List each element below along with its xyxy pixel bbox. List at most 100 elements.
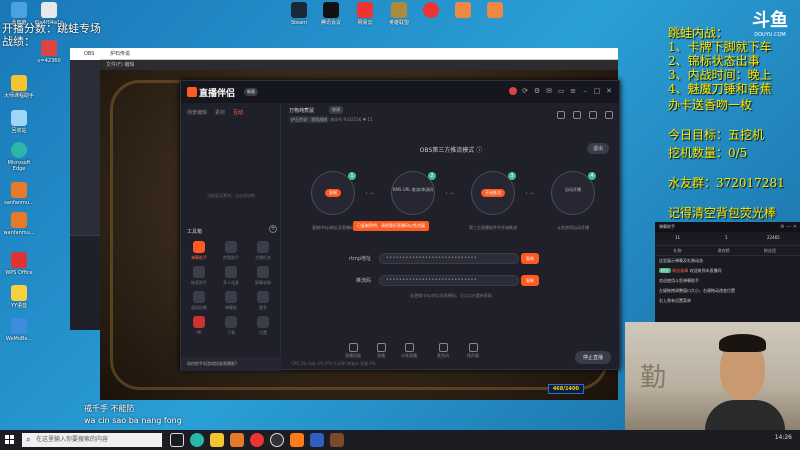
obs-icon[interactable] bbox=[270, 433, 284, 447]
refresh-icon[interactable]: ⟳ bbox=[521, 87, 529, 95]
tool-avatar[interactable]: 虚拟形象 bbox=[183, 291, 215, 311]
mail-icon[interactable]: ▭ bbox=[557, 87, 565, 95]
chat-tabs: 礼物 贵宾榜 粉丝团 bbox=[655, 246, 800, 256]
tool-lottery[interactable]: 抽奖助手 bbox=[183, 266, 215, 286]
music-icon[interactable] bbox=[250, 433, 264, 447]
share-icon bbox=[404, 343, 414, 352]
app-icon bbox=[455, 2, 471, 18]
desktop-icon-lol[interactable]: 英雄联盟 bbox=[382, 2, 416, 26]
lyrics-subtitle: 戒千手 不能防 wa cin sao ba nang fong bbox=[84, 404, 182, 425]
desktop-icon-steam[interactable]: Steam bbox=[282, 2, 316, 26]
footer-speaker[interactable]: 扬声器 bbox=[461, 343, 485, 359]
mic-icon bbox=[438, 343, 448, 352]
tool-download[interactable]: 下载 bbox=[215, 316, 247, 336]
live-assistant-dialog[interactable]: 直播伴侣 新版 ⟳ ⚙ ✉ ▭ ≡ – □ ✕ 场景编辑 素材 互动 当前暂无素… bbox=[180, 80, 620, 371]
menu-icon[interactable]: ≡ bbox=[569, 87, 577, 95]
tool-icon bbox=[11, 75, 27, 91]
avatar-icon bbox=[193, 291, 205, 303]
footer-replay[interactable]: 直播回放 bbox=[341, 343, 365, 359]
tab-scene-edit[interactable]: 场景编辑 bbox=[187, 109, 207, 116]
explorer-icon[interactable] bbox=[210, 433, 224, 447]
desktop-icon-wps[interactable]: WPS Office bbox=[2, 252, 36, 276]
desktop-icon-edge[interactable]: Microsoft Edge bbox=[2, 142, 36, 172]
tool-danmuji[interactable]: 弹幕姬 bbox=[215, 291, 247, 311]
bottom-tip[interactable]: 如何把手机游戏投屏直播呢? bbox=[181, 357, 281, 371]
desktop-icon-app1[interactable]: sanfanmu... bbox=[2, 182, 36, 206]
help-icon[interactable]: ⓘ bbox=[476, 147, 482, 154]
desktop-icon-meeting[interactable]: 腾讯会议 bbox=[314, 2, 348, 26]
settings-icon[interactable]: ⚙ bbox=[533, 87, 541, 95]
game-icon bbox=[391, 2, 407, 18]
chat-window-controls[interactable]: ⚙ — ✕ bbox=[780, 224, 797, 230]
tool-more[interactable]: 更多 bbox=[247, 291, 279, 311]
desktop-icon-yy[interactable]: YY语音 bbox=[2, 285, 36, 309]
live-icon bbox=[376, 343, 386, 352]
exit-mode-button[interactable]: 退出 bbox=[586, 143, 609, 154]
tab-interact[interactable]: 互动 bbox=[233, 109, 243, 116]
desktop-icon-tool[interactable]: 大师课程助手 bbox=[2, 75, 36, 99]
minimize-icon[interactable]: – bbox=[581, 87, 589, 95]
tool-room-manager[interactable]: 房管助手 bbox=[215, 241, 247, 261]
footer-share[interactable]: 分享直播 bbox=[397, 343, 421, 359]
meeting-icon bbox=[323, 2, 339, 18]
desktop-icon-extra2[interactable] bbox=[446, 2, 480, 20]
tab-vip[interactable]: 贵宾榜 bbox=[701, 246, 746, 256]
tool-settings[interactable]: 设置 bbox=[247, 316, 279, 336]
desktop-icon-music[interactable]: 网易云 bbox=[348, 2, 382, 26]
edge-icon[interactable] bbox=[190, 433, 204, 447]
desktop-icon-app2[interactable]: wanfanmu... bbox=[2, 212, 36, 236]
steps: 1 复制 • → 2 RMS URL 推流/串流码 • → 3 开始推流 • →… bbox=[311, 171, 601, 230]
chat-user[interactable]: 粉丝勋章 bbox=[672, 268, 688, 273]
footer-mic[interactable]: 麦克风 bbox=[431, 343, 455, 359]
tool-danmu[interactable]: 弹幕助手 bbox=[183, 241, 215, 261]
taskbar-search[interactable]: 在这里输入你要搜索的内容 bbox=[22, 433, 162, 447]
copy-stream-key-button[interactable]: 复制 bbox=[521, 275, 539, 286]
task-view-icon[interactable] bbox=[170, 433, 184, 447]
tab-gift[interactable]: 礼物 bbox=[655, 246, 700, 256]
stream-key-field[interactable]: •••••••••••••••••••••••••••• bbox=[379, 275, 519, 286]
edit-room-button[interactable]: 修改 bbox=[329, 106, 343, 114]
tab-material[interactable]: 素材 bbox=[215, 109, 225, 116]
tool-record[interactable]: 屏幕录像 bbox=[247, 266, 279, 286]
mode-title: OBS第三方推流模式 ⓘ bbox=[419, 147, 483, 154]
tab-fans[interactable]: 粉丝团 bbox=[747, 246, 792, 256]
step-arrow: • → bbox=[525, 191, 534, 197]
bell-icon[interactable] bbox=[589, 111, 597, 119]
rtmp-field[interactable]: •••••••••••••••••••••••••••• bbox=[379, 253, 519, 264]
scene-panel: 场景编辑 素材 互动 当前暂无素材，点击添加吧 工具箱 + 弹幕助手 房管助手 … bbox=[181, 103, 281, 371]
message-icon[interactable]: ✉ bbox=[545, 87, 553, 95]
dialog-header[interactable]: 直播伴侣 新版 ⟳ ⚙ ✉ ▭ ≡ – □ ✕ bbox=[181, 81, 619, 103]
gift-icon[interactable] bbox=[573, 111, 581, 119]
footer-live[interactable]: 直播 bbox=[369, 343, 393, 359]
hearthstone-icon[interactable] bbox=[310, 433, 324, 447]
desktop-icon-wemo[interactable]: WeMoBe... bbox=[2, 318, 36, 342]
system-tray[interactable]: 14:26 bbox=[775, 434, 792, 441]
start-button[interactable] bbox=[5, 435, 15, 445]
lottery-icon bbox=[193, 266, 205, 278]
hero-health: 468/1400 bbox=[547, 384, 584, 394]
game-icon[interactable] bbox=[330, 433, 344, 447]
stream-key-row: 推流码 •••••••••••••••••••••••••••• 复制 bbox=[301, 275, 611, 287]
shop-icon[interactable] bbox=[557, 111, 565, 119]
obs-titlebar[interactable]: OBS bbox=[70, 48, 102, 60]
maximize-icon[interactable]: □ bbox=[593, 87, 601, 95]
game-menubar[interactable]: 文件(F) 编辑 bbox=[100, 60, 618, 70]
pk-icon bbox=[193, 316, 205, 328]
game-titlebar[interactable]: 炉石传说 bbox=[100, 48, 618, 60]
avatar[interactable] bbox=[509, 87, 517, 95]
tool-multi-mic[interactable]: 多人连麦 bbox=[215, 266, 247, 286]
tool-pk[interactable]: PK bbox=[183, 316, 215, 336]
desktop-icon-extra3[interactable] bbox=[478, 2, 512, 20]
room-category[interactable]: 炉石传说：酒馆战棋 bbox=[289, 116, 329, 123]
desktop-icon-recycle-bin[interactable]: 回收站 bbox=[2, 110, 36, 134]
desktop-icon-extra1[interactable] bbox=[414, 2, 448, 20]
add-tool-button[interactable]: + bbox=[269, 225, 277, 233]
replay-icon bbox=[348, 343, 358, 352]
copy-rtmp-button[interactable]: 复制 bbox=[521, 253, 539, 264]
danmu-chat-panel[interactable]: 弹幕助手 ⚙ — ✕ 11 1 22465 礼物 贵宾榜 粉丝团 这里展示弹幕及… bbox=[655, 222, 800, 322]
share-icon[interactable] bbox=[605, 111, 613, 119]
tool-task[interactable]: 主播任务 bbox=[247, 241, 279, 261]
app-icon[interactable] bbox=[230, 433, 244, 447]
close-icon[interactable]: ✕ bbox=[605, 87, 613, 95]
douyu-icon[interactable] bbox=[290, 433, 304, 447]
